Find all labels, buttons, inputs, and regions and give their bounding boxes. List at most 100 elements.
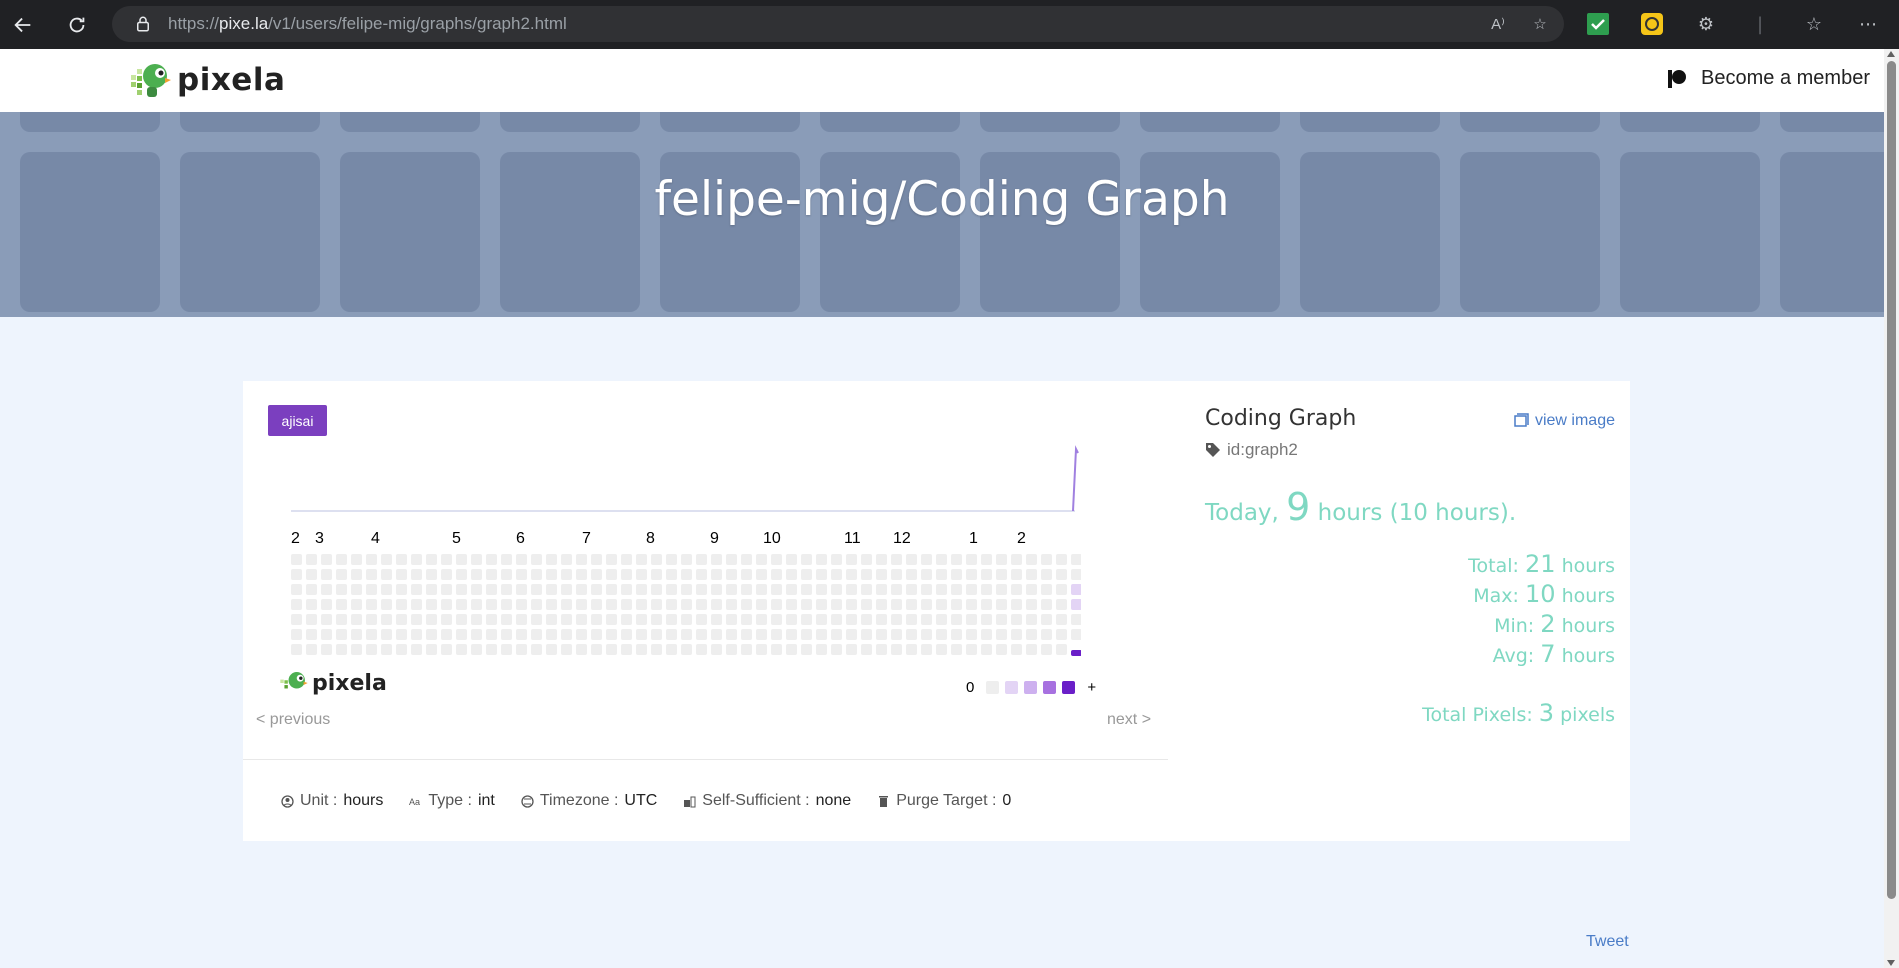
pixel-cell[interactable] [501,569,512,580]
pixel-cell[interactable] [1056,614,1067,625]
pixel-cell[interactable] [981,644,992,655]
pixel-cell[interactable] [321,614,332,625]
pixel-cell[interactable] [411,614,422,625]
pixel-cell[interactable] [636,569,647,580]
pixel-cell[interactable] [306,599,317,610]
pixel-cell[interactable] [1026,569,1037,580]
pixel-cell[interactable] [966,629,977,640]
pixel-cell[interactable] [861,629,872,640]
pixel-cell[interactable] [1071,614,1081,625]
pixel-cell[interactable] [681,569,692,580]
pixel-cell[interactable] [1026,554,1037,565]
pixel-cell[interactable] [831,614,842,625]
pixel-cell[interactable] [1011,644,1022,655]
pixel-cell[interactable] [1071,554,1081,565]
refresh-button[interactable] [56,4,98,46]
pixel-cell[interactable] [711,614,722,625]
pixel-cell[interactable] [726,554,737,565]
pixel-cell[interactable] [876,554,887,565]
pixel-cell[interactable] [321,584,332,595]
pixel-cell[interactable] [351,629,362,640]
pixel-cell[interactable] [1056,569,1067,580]
pixel-cell[interactable] [696,599,707,610]
tweet-link[interactable]: Tweet [1586,933,1629,951]
pixel-cell[interactable] [651,569,662,580]
pixel-cell[interactable] [1011,569,1022,580]
pixel-cell[interactable] [321,599,332,610]
pixel-cell[interactable] [906,644,917,655]
pixel-cell[interactable] [786,599,797,610]
scroll-up-icon[interactable] [1887,51,1895,57]
pixel-cell[interactable] [486,599,497,610]
pixel-cell[interactable] [1071,650,1081,656]
pixel-cell[interactable] [996,599,1007,610]
yellow-extension-icon[interactable] [1638,10,1666,38]
pixel-cell[interactable] [306,554,317,565]
pixel-cell[interactable] [306,644,317,655]
pixel-cell[interactable] [1071,569,1081,580]
pixel-cell[interactable] [816,554,827,565]
pixel-cell[interactable] [426,614,437,625]
pixel-cell[interactable] [366,599,377,610]
pixel-cell[interactable] [576,644,587,655]
pixel-cell[interactable] [936,569,947,580]
pixel-cell[interactable] [1011,584,1022,595]
pixel-cell[interactable] [576,584,587,595]
pixel-cell[interactable] [771,554,782,565]
pixel-cell[interactable] [996,644,1007,655]
pixel-cell[interactable] [591,569,602,580]
pixel-cell[interactable] [561,569,572,580]
pixel-cell[interactable] [756,569,767,580]
pixel-cell[interactable] [756,614,767,625]
pixel-cell[interactable] [411,599,422,610]
pixel-cell[interactable] [621,644,632,655]
pixel-cell[interactable] [981,569,992,580]
pixel-cell[interactable] [921,599,932,610]
pixel-cell[interactable] [666,569,677,580]
pixel-cell[interactable] [1056,644,1067,655]
pixel-cell[interactable] [576,599,587,610]
pixel-cell[interactable] [546,629,557,640]
pixel-cell[interactable] [396,629,407,640]
pixel-cell[interactable] [726,599,737,610]
pixel-cell[interactable] [741,614,752,625]
pixel-cell[interactable] [606,554,617,565]
pixel-cell[interactable] [651,584,662,595]
pixel-cell[interactable] [1026,584,1037,595]
pixel-cell[interactable] [381,554,392,565]
pixel-cell[interactable] [861,599,872,610]
pixel-cell[interactable] [861,569,872,580]
theme-badge[interactable]: ajisai [268,405,327,436]
pixel-cell[interactable] [936,644,947,655]
pixel-cell[interactable] [846,554,857,565]
pixel-cell[interactable] [366,584,377,595]
pixel-cell[interactable] [516,599,527,610]
pixel-cell[interactable] [321,644,332,655]
pixel-cell[interactable] [321,569,332,580]
pixel-cell[interactable] [606,644,617,655]
pixel-cell[interactable] [936,554,947,565]
pixel-cell[interactable] [1041,644,1052,655]
pixel-cell[interactable] [381,584,392,595]
pixel-cell[interactable] [366,569,377,580]
pixel-cell[interactable] [696,629,707,640]
pixel-cell[interactable] [831,599,842,610]
pixel-cell[interactable] [741,569,752,580]
pixel-cell[interactable] [1056,554,1067,565]
pixel-cell[interactable] [336,644,347,655]
pixel-cell[interactable] [471,644,482,655]
pixel-cell[interactable] [381,614,392,625]
pixel-cell[interactable] [981,584,992,595]
pixel-cell[interactable] [651,554,662,565]
pixel-cell[interactable] [696,644,707,655]
pixel-cell[interactable] [651,599,662,610]
pixel-cell[interactable] [576,629,587,640]
pixel-cell[interactable] [531,584,542,595]
pixel-cell[interactable] [321,554,332,565]
pixel-cell[interactable] [786,629,797,640]
pixel-cell[interactable] [636,599,647,610]
pixel-cell[interactable] [846,569,857,580]
pixel-cell[interactable] [561,614,572,625]
pixel-cell[interactable] [561,599,572,610]
pixel-cell[interactable] [846,584,857,595]
